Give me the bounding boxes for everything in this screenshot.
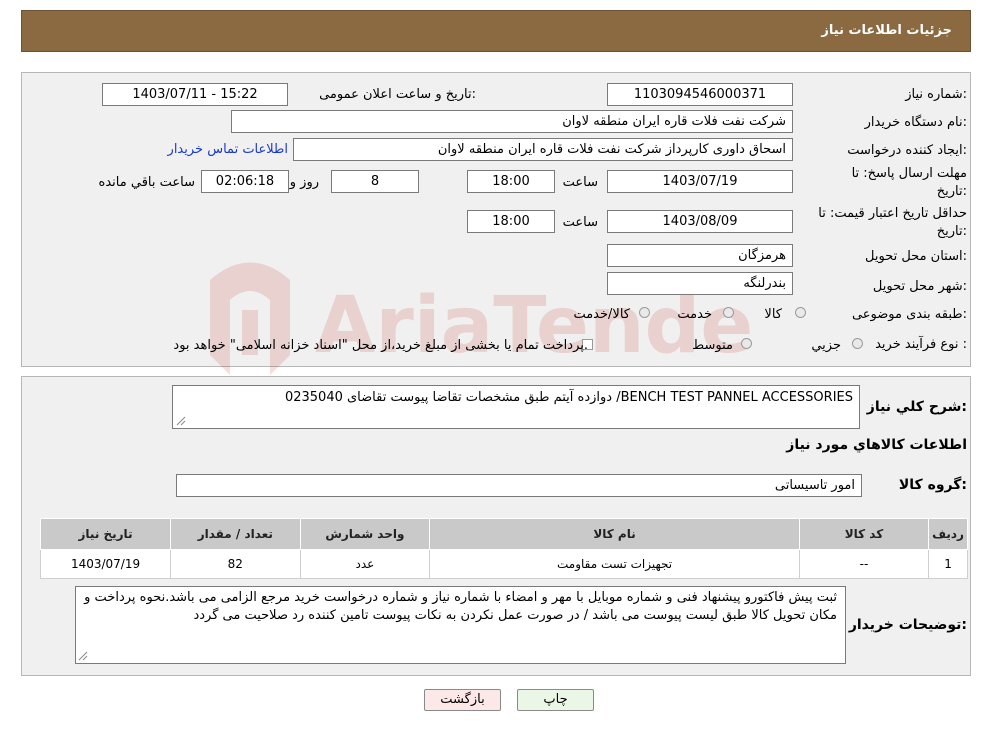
goods-group-field: امور تاسیساتی [176,474,862,497]
page-title: جزئیات اطلاعات نیاز [821,23,952,38]
print-button[interactable]: چاپ [517,689,594,711]
goods-table-header-row: رديف کد کالا نام کالا واحد شمارش تعداد /… [39,518,968,550]
process-minor-label: جزیي [811,338,841,353]
col-need-date: تاریخ نیاز [39,518,172,550]
cell-goods-code: -- [798,549,930,579]
category-goods-label: کالا [764,307,782,322]
cell-row-number: 1 [928,549,968,579]
announce-label: تاریخ و ساعت اعلان عمومی: [319,87,476,102]
category-goods-service-label: کالا/خدمت [573,307,630,322]
cell-unit: عدد [299,549,431,579]
days-label: روز و [289,175,319,190]
description-field: BENCH TEST PANNEL ACCESSORIES/ دوازده آی… [172,385,860,429]
price-validity-date-field: 1403/08/09 [607,210,793,233]
category-goods-radio[interactable] [795,307,806,318]
resize-grip-icon[interactable] [78,651,88,661]
goods-group-label: گروه کالا: [898,477,967,493]
price-validity-time-label: ساعت [562,215,598,230]
goods-info-title: اطلاعات کالاهاي مورد نياز [786,437,967,453]
buyer-notes-label: توضیحات خریدار: [848,617,967,633]
price-validity-label: حداقل تاریخ اعتبار قیمت: تا [818,206,967,221]
category-service-label: خدمت [677,307,712,322]
deadline-label-2: تاریخ: [936,184,967,199]
category-label: طبقه بندی موضوعی: [851,307,967,322]
deadline-time-field: 18:00 [467,170,555,193]
announce-field: 1403/07/11 - 15:22 [102,83,288,106]
creator-label: ایجاد کننده درخواست: [847,143,967,158]
need-number-field: 1103094546000371 [607,83,793,106]
process-minor-radio[interactable] [852,338,863,349]
province-field: هرمزگان [607,244,793,267]
price-validity-label-2: تاریخ: [936,224,967,239]
process-medium-label: متوسط [692,338,733,353]
buyer-contact-link[interactable]: اطلاعات تماس خریدار [168,142,288,157]
deadline-date-field: 1403/07/19 [607,170,793,193]
category-service-radio[interactable] [723,307,734,318]
table-row: 1 -- تجهیزات تست مقاومت عدد 82 1403/07/1… [39,549,968,579]
col-unit: واحد شمارش [299,518,431,550]
creator-field: اسحاق داوری کارپرداز شرکت نفت فلات قاره … [293,138,793,161]
category-goods-service-radio[interactable] [639,307,650,318]
remaining-time-field: 02:06:18 [201,170,289,193]
buyer-org-field: شرکت نفت فلات قاره ایران منطقه لاوان [231,110,793,133]
process-type-label: نوع فرآیند خرید : [875,337,967,352]
description-label: شرح کلي نياز: [866,399,967,415]
remaining-time-label: ساعت باقي مانده [98,175,195,190]
col-goods-code: کد کالا [798,518,930,550]
need-number-label: شماره نیاز: [905,87,967,102]
col-goods-name: نام کالا [429,518,800,550]
city-field: بندرلنگه [607,272,793,295]
process-note: پرداخت تمام یا بخشی از مبلغ خرید،از محل … [173,338,588,353]
page-header: جزئیات اطلاعات نیاز [21,10,971,52]
goods-table: رديف کد کالا نام کالا واحد شمارش تعداد /… [39,518,968,579]
resize-grip-icon[interactable] [176,416,186,426]
deadline-label: مهلت ارسال پاسخ: تا [851,166,967,181]
price-validity-time-field: 18:00 [467,210,555,233]
buyer-org-label: نام دستگاه خریدار: [864,115,967,130]
cell-need-date: 1403/07/19 [39,549,172,579]
cell-goods-name: تجهیزات تست مقاومت [429,549,800,579]
process-medium-radio[interactable] [741,338,752,349]
col-quantity: تعداد / مقدار [170,518,301,550]
cell-quantity: 82 [170,549,301,579]
back-button[interactable]: بازگشت [424,689,501,711]
city-label: شهر محل تحویل: [872,279,967,294]
deadline-time-label: ساعت [562,175,598,190]
province-label: استان محل تحویل: [865,249,967,264]
buyer-notes-field: ثبت پیش فاکتورو پیشنهاد فنی و شماره موبا… [75,586,846,664]
col-row-number: رديف [928,518,968,550]
days-remaining-field: 8 [331,170,419,193]
